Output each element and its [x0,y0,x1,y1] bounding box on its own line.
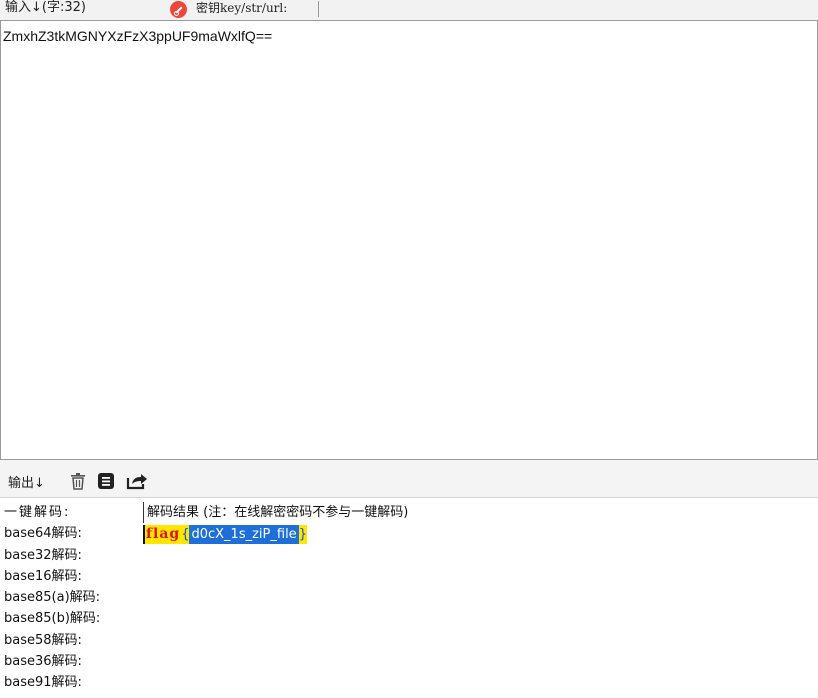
flag-brace-close: } [298,524,307,544]
input-toolbar: 输入↓(字:32) 密钥key/str/url: [0,0,818,20]
trash-icon[interactable] [70,473,86,490]
result-header: 解码结果 (注：在线解密密码不参与一键解码) [143,502,813,523]
output-toolbar: 输出↓ [0,460,818,498]
decode-labels: 一键解码: base64解码: base32解码: base16解码: base… [4,502,144,694]
decode-results[interactable]: 解码结果 (注：在线解密密码不参与一键解码) flag { d0cX_1s_zi… [143,502,813,544]
decode-label-base85a: base85(a)解码: [4,590,101,606]
flag-prefix: flag [143,524,182,544]
flag-brace-open: { [181,524,190,544]
base64-result[interactable]: flag { d0cX_1s_ziP_file } [143,524,813,544]
decode-label-base58: base58解码: [4,632,82,648]
flag-body-selected: d0cX_1s_ziP_file [189,524,299,544]
output-label: 输出↓ [8,476,45,491]
decode-label-base36: base36解码: [4,654,82,670]
input-label: 输入↓(字:32) [5,0,86,15]
decode-label-base64: base64解码: [4,526,82,542]
share-icon[interactable] [126,472,148,490]
key-label: 密钥key/str/url: [196,1,288,15]
decode-label-base85b: base85(b)解码: [4,611,101,627]
decode-label-base91: base91解码: [4,675,82,691]
decode-label-all: 一键解码: [4,505,71,520]
decode-label-base16: base16解码: [4,568,82,584]
key-input[interactable] [318,1,818,17]
decode-label-base32: base32解码: [4,547,82,563]
key-icon [170,1,187,18]
copy-icon[interactable] [97,472,115,490]
input-textarea[interactable]: ZmxhZ3tkMGNYXzFzX3ppUF9maWxlfQ== [0,20,818,460]
